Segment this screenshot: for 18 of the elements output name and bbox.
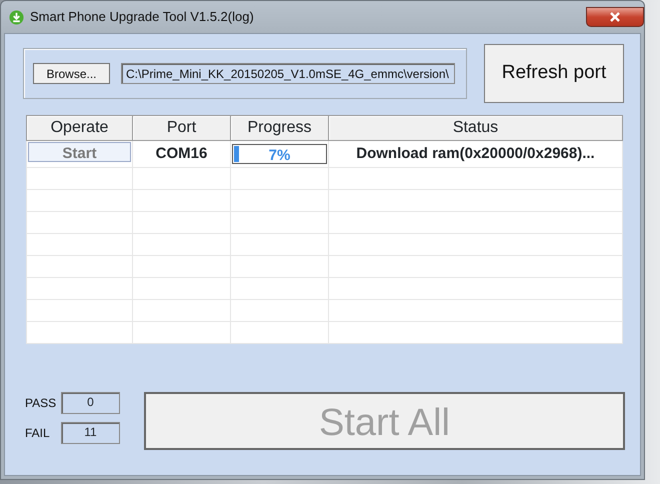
close-icon bbox=[609, 12, 621, 22]
counter-field: 11 bbox=[61, 422, 120, 444]
path-field[interactable]: C:\Prime_Mini_KK_20150205_V1.0mSE_4G_emmc\version\ bbox=[121, 63, 455, 84]
column-header[interactable]: Status bbox=[328, 116, 622, 140]
refresh-port-button[interactable]: Refresh port bbox=[484, 44, 624, 103]
column-header[interactable]: Progress bbox=[230, 116, 328, 140]
counter-field: 0 bbox=[61, 392, 120, 414]
window-title: Smart Phone Upgrade Tool V1.5.2(log) bbox=[30, 8, 254, 26]
download-icon bbox=[9, 10, 24, 24]
counter-label: PASS bbox=[25, 394, 58, 412]
status-text: Download ram(0x20000/0x2968)... bbox=[356, 144, 595, 162]
counter-label: FAIL bbox=[25, 424, 51, 442]
progress-text: 7% bbox=[268, 146, 290, 164]
close-button[interactable] bbox=[586, 6, 644, 26]
browse-button[interactable]: Browse... bbox=[33, 63, 110, 84]
column-header[interactable]: Port bbox=[132, 116, 230, 140]
column-header[interactable]: Operate bbox=[26, 116, 132, 140]
port-text: COM16 bbox=[156, 144, 208, 162]
